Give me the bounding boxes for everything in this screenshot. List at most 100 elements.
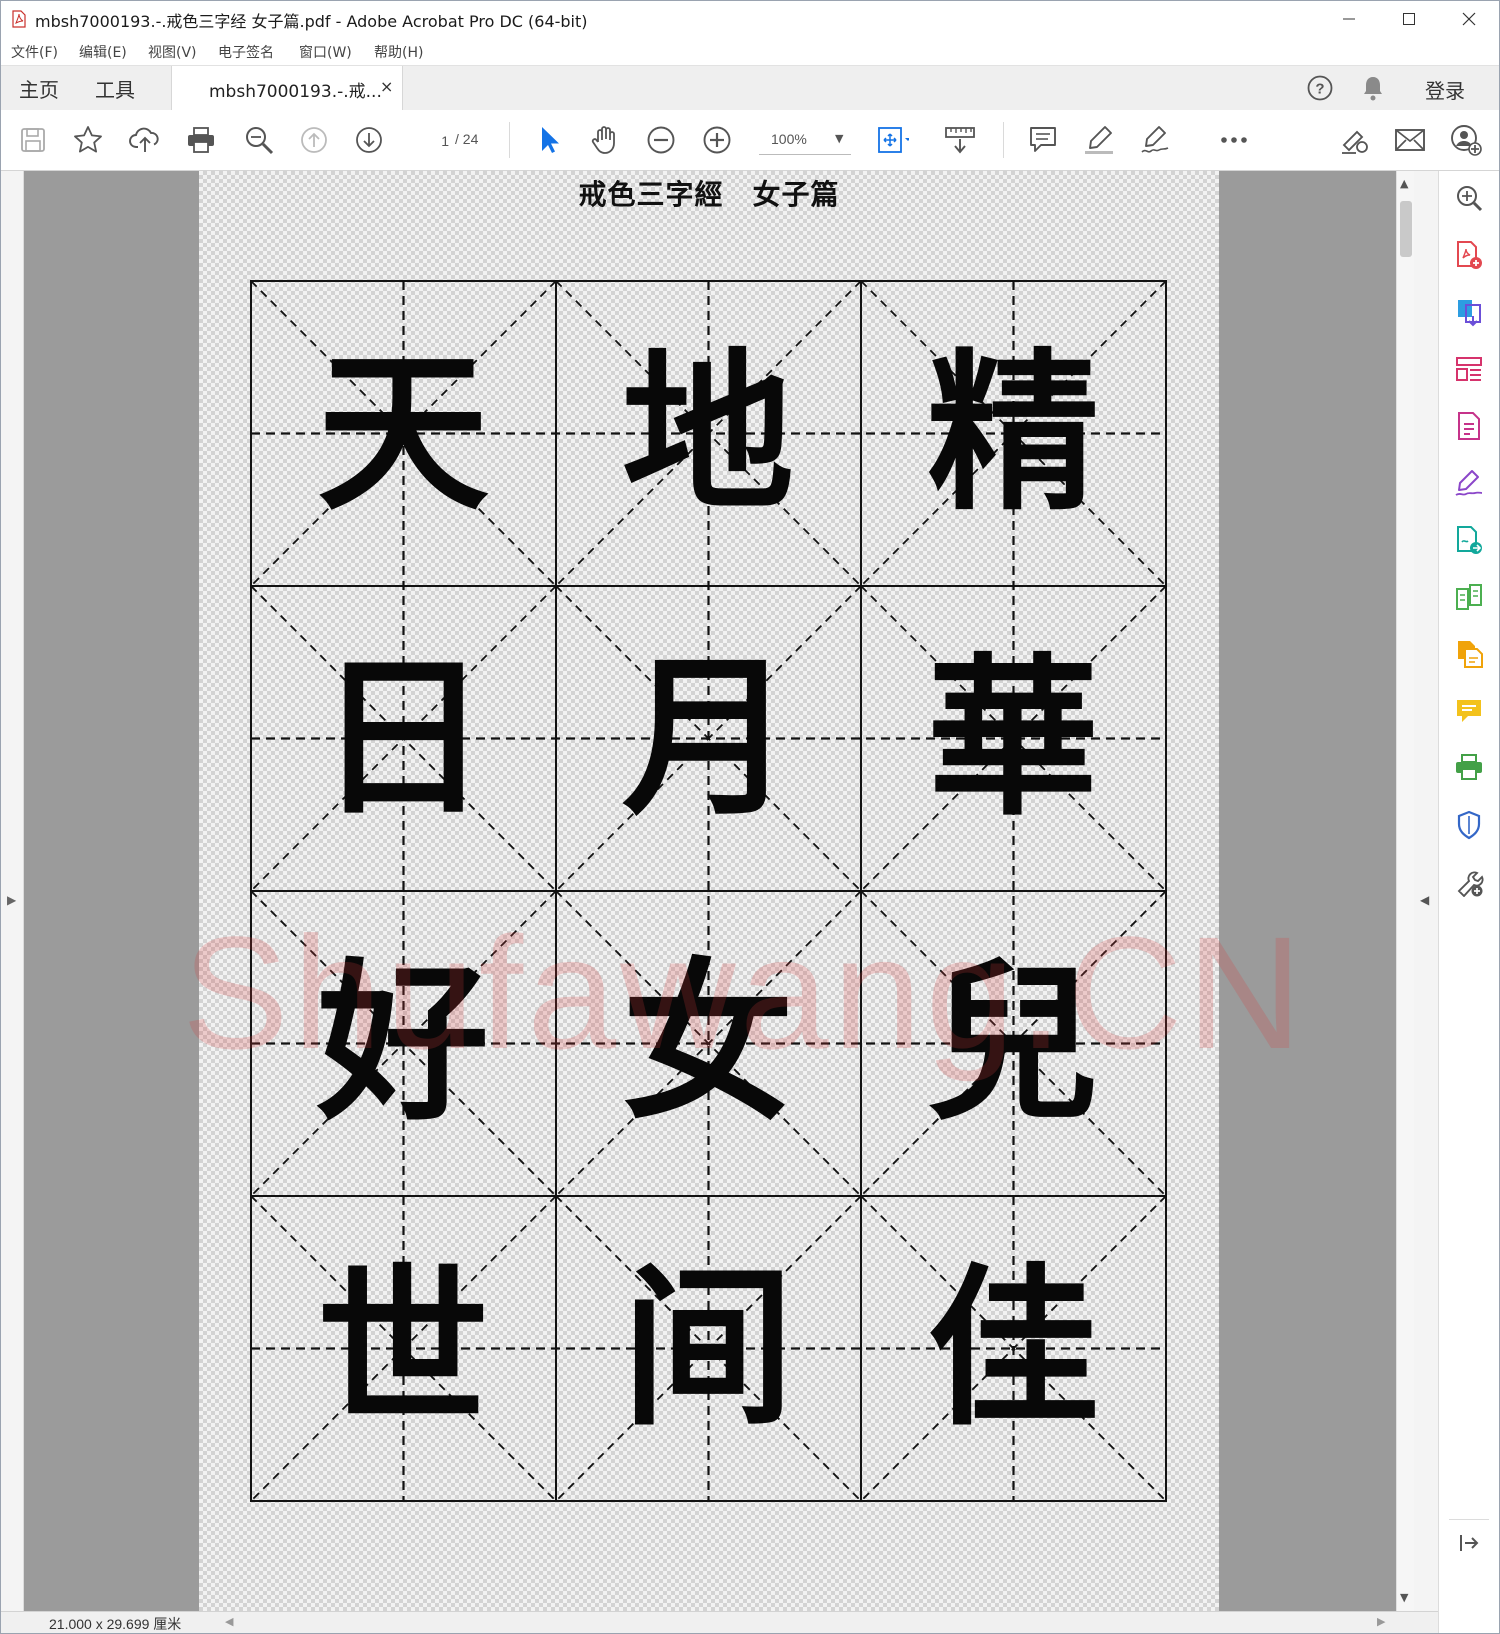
scroll-left-icon[interactable]: ◀	[225, 1615, 233, 1628]
menu-edit[interactable]: 编辑(E)	[79, 42, 127, 62]
menu-window[interactable]: 窗口(W)	[299, 42, 352, 62]
tab-tools[interactable]: 工具	[95, 74, 135, 103]
email-button[interactable]	[1394, 124, 1426, 156]
zoom-out-icon	[647, 126, 675, 154]
email-icon	[1395, 129, 1425, 151]
page-up-icon	[301, 127, 327, 153]
menu-view[interactable]: 视图(V)	[148, 42, 197, 62]
minimize-button[interactable]	[1319, 1, 1379, 37]
more-tools-button[interactable]	[1218, 124, 1250, 156]
acrobat-pdf-icon	[12, 10, 26, 28]
scroll-up-icon[interactable]: ▲	[1400, 177, 1408, 190]
fill-sign-button[interactable]	[1454, 468, 1484, 498]
print-production-button[interactable]	[1454, 753, 1484, 783]
glyph-r0c0: 天	[317, 331, 489, 534]
tab-document[interactable]: mbsh7000193.-.戒... ×	[171, 66, 403, 111]
glyph-r3c2: 佳	[927, 1246, 1099, 1449]
highlight-button[interactable]	[1083, 124, 1115, 156]
zoom-in-icon	[703, 126, 731, 154]
compare-icon	[1456, 584, 1482, 610]
comment-button[interactable]	[1027, 124, 1059, 156]
previous-page-button[interactable]	[298, 124, 330, 156]
vertical-scrollbar[interactable]: ▲ ▼	[1396, 171, 1415, 1611]
star-icon	[74, 126, 102, 153]
save-button[interactable]	[17, 124, 49, 156]
edit-pdf-icon	[1458, 412, 1480, 440]
glyph-r2c2: 兒	[927, 941, 1099, 1144]
find-zoom-button[interactable]	[243, 124, 275, 156]
menu-help[interactable]: 帮助(H)	[374, 42, 423, 62]
chevron-down-icon: ▼	[835, 132, 844, 145]
scrollbar-thumb[interactable]	[1400, 201, 1412, 257]
send-for-signature-icon	[1457, 526, 1482, 554]
glyph-r0c2: 精	[927, 331, 1099, 534]
bookmark-star-button[interactable]	[72, 124, 104, 156]
expand-left-pane-icon[interactable]: ▶	[7, 893, 16, 907]
sign-button[interactable]	[1139, 124, 1171, 156]
print-button[interactable]	[185, 124, 217, 156]
enhance-scan-icon	[1457, 186, 1483, 212]
save-icon	[21, 128, 45, 152]
create-pdf-button[interactable]	[1454, 240, 1484, 270]
more-tools-pane-button[interactable]	[1454, 867, 1484, 897]
comment-tool-icon	[1457, 700, 1481, 722]
comment-tool-button[interactable]	[1454, 696, 1484, 726]
send-for-signature-button[interactable]	[1454, 525, 1484, 555]
document-viewer[interactable]: 戒色三字經 女子篇 天 地 精 日 月 華 好 女 兒 世 间 佳 Shufaw…	[24, 171, 1396, 1611]
compare-files-button[interactable]	[1454, 582, 1484, 612]
page-down-icon	[356, 127, 382, 153]
help-icon[interactable]: ?	[1307, 75, 1333, 101]
export-pdf-button[interactable]	[1454, 297, 1484, 327]
notification-bell-icon[interactable]	[1361, 74, 1385, 102]
fill-sign-icon	[1455, 470, 1483, 496]
zoom-out-button[interactable]	[645, 124, 677, 156]
select-tool-button[interactable]	[533, 124, 565, 156]
next-page-button[interactable]	[353, 124, 385, 156]
expand-pane-button[interactable]	[1449, 1519, 1489, 1558]
protect-button[interactable]	[1454, 810, 1484, 840]
zoom-in-button[interactable]	[701, 124, 733, 156]
document-tab-close-button[interactable]: ×	[380, 77, 393, 96]
scroll-down-icon[interactable]: ▼	[1400, 1591, 1408, 1604]
cloud-upload-icon	[129, 127, 159, 152]
left-pane-collapsed: ▶	[1, 171, 24, 1611]
cloud-upload-button[interactable]	[129, 124, 161, 156]
tools-pane	[1438, 171, 1499, 1633]
fit-page-icon	[878, 127, 909, 153]
scroll-right-icon[interactable]: ▶	[1377, 1615, 1385, 1628]
hand-tool-button[interactable]	[589, 124, 621, 156]
comment-icon	[1030, 127, 1056, 152]
measure-tool-button[interactable]	[944, 124, 976, 156]
glyph-r1c1: 月	[622, 636, 794, 839]
zoom-value: 100%	[771, 131, 807, 147]
organize-pages-button[interactable]	[1454, 354, 1484, 384]
acrobat-window: mbsh7000193.-.戒色三字经 女子篇.pdf - Adobe Acro…	[0, 0, 1500, 1634]
create-pdf-icon	[1457, 241, 1482, 269]
zoom-dropdown[interactable]: 100% ▼	[759, 126, 851, 155]
maximize-button[interactable]	[1379, 1, 1439, 37]
ruler-icon	[945, 127, 975, 154]
enhance-scan-button[interactable]	[1454, 183, 1484, 213]
more-icon	[1221, 137, 1247, 143]
edit-pdf-button[interactable]	[1454, 411, 1484, 441]
fit-page-button[interactable]	[877, 124, 909, 156]
add-people-button[interactable]	[1450, 124, 1482, 156]
collapse-right-pane-icon[interactable]: ◀	[1420, 893, 1429, 907]
pane-expand-icon	[1460, 1535, 1479, 1551]
page-number-input[interactable]	[419, 128, 451, 154]
combine-files-button[interactable]	[1454, 639, 1484, 669]
glyph-r2c0: 好	[317, 941, 489, 1144]
menu-esign[interactable]: 电子签名	[218, 42, 274, 62]
add-user-icon	[1451, 125, 1482, 156]
search-zoom-icon	[246, 127, 274, 155]
toolbar-divider	[509, 122, 510, 158]
sign-in-link[interactable]: 登录	[1425, 75, 1465, 104]
menu-file[interactable]: 文件(F)	[11, 42, 58, 62]
menu-bar: 文件(F) 编辑(E) 视图(V) 电子签名 窗口(W) 帮助(H)	[1, 37, 1499, 65]
combine-files-icon	[1458, 641, 1483, 668]
close-window-button[interactable]	[1439, 1, 1499, 37]
more-tools-icon	[1457, 871, 1484, 897]
tab-home[interactable]: 主页	[19, 74, 59, 103]
toolbar-divider	[1003, 122, 1004, 158]
share-link-button[interactable]	[1339, 124, 1371, 156]
